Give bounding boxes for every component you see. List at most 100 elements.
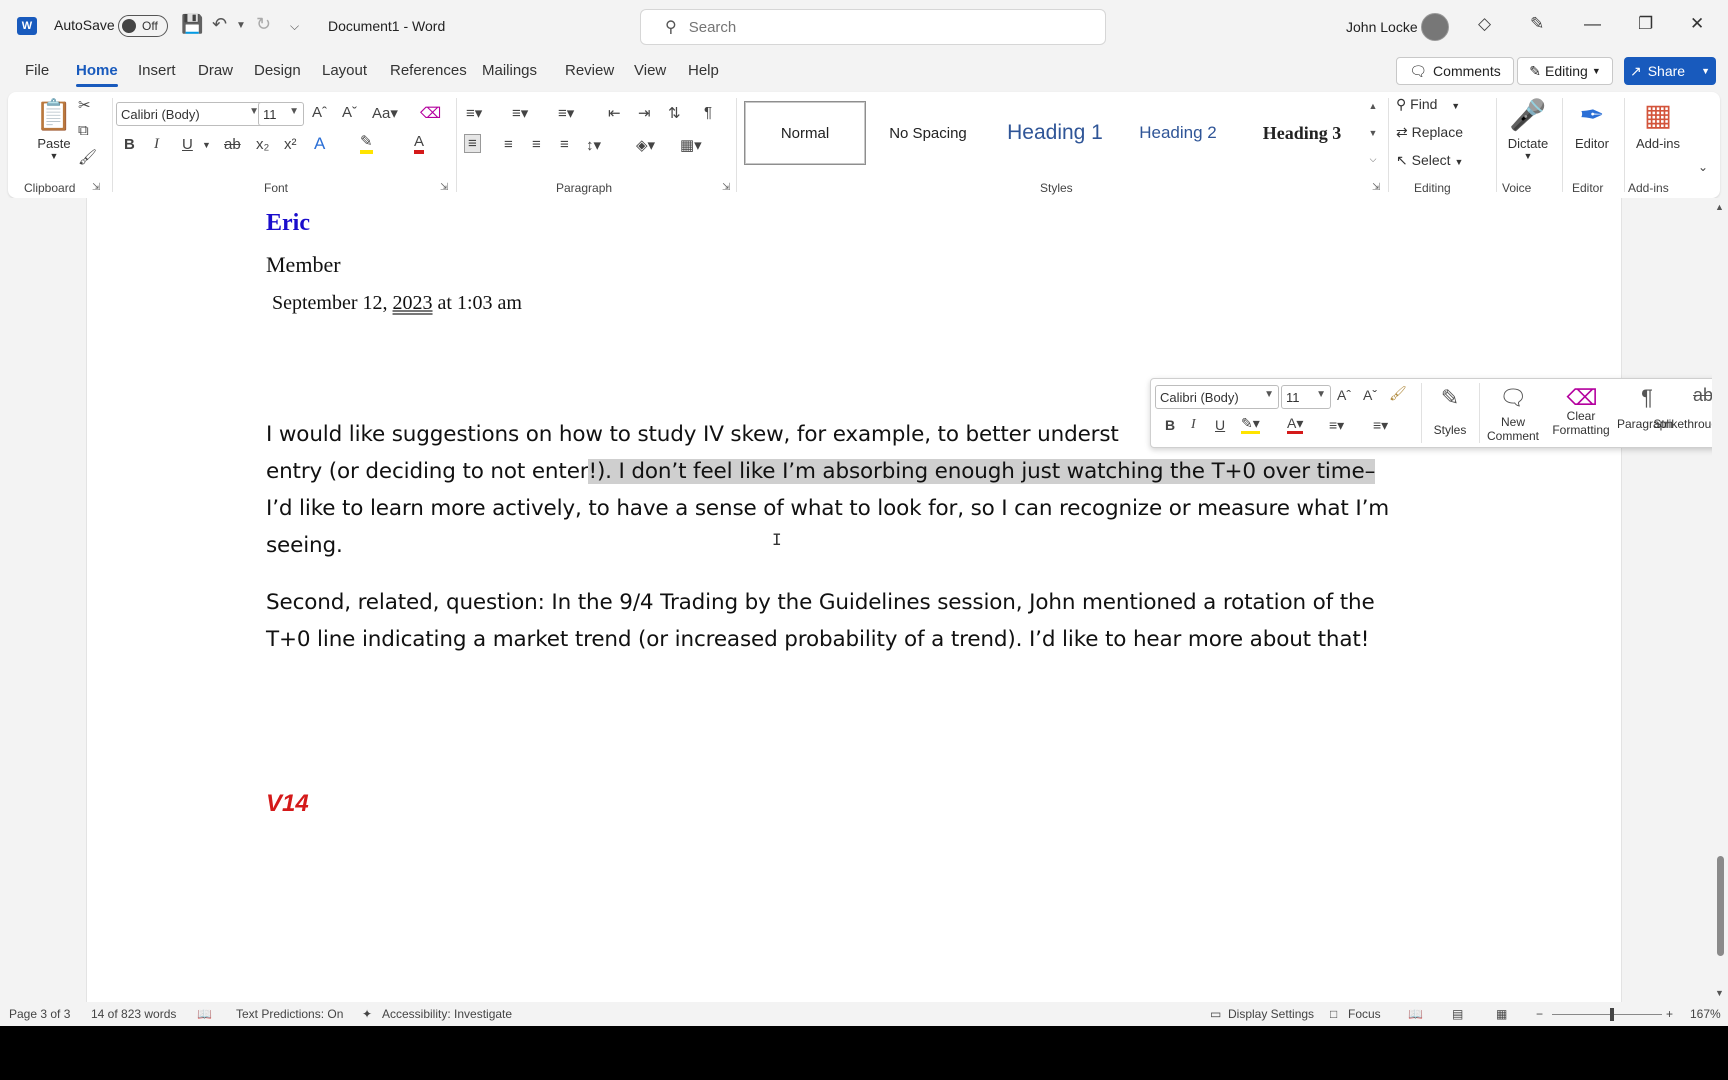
copy-icon[interactable]: ⧉ — [78, 122, 89, 139]
align-left-icon[interactable]: ≡ — [464, 134, 481, 153]
restore-icon[interactable]: ❐ — [1638, 14, 1653, 34]
tab-draw[interactable]: Draw — [198, 62, 233, 79]
text-effects-icon[interactable]: A — [314, 134, 325, 154]
vertical-scrollbar[interactable]: ▲ ▼ — [1712, 198, 1728, 1002]
tab-mailings[interactable]: Mailings — [482, 62, 537, 79]
style-heading-1[interactable]: Heading 1 — [990, 101, 1120, 165]
font-launcher-icon[interactable]: ⇲ — [440, 182, 448, 193]
line-spacing-icon[interactable]: ↕▾ — [586, 136, 601, 154]
editing-mode-button[interactable]: ✎ Editing ▼ — [1517, 57, 1613, 85]
page-count[interactable]: Page 3 of 3 — [9, 1007, 70, 1021]
align-right-icon[interactable]: ≡ — [532, 136, 541, 153]
tab-home[interactable]: Home — [76, 62, 118, 79]
zoom-slider-thumb[interactable] — [1610, 1008, 1614, 1021]
dictate-button[interactable]: 🎤 Dictate ▼ — [1496, 98, 1560, 161]
style-heading-3[interactable]: Heading 3 — [1236, 101, 1368, 165]
diamond-icon[interactable]: ◇ — [1478, 14, 1491, 34]
paragraph-icon[interactable]: ¶ — [1619, 385, 1675, 411]
font-color-icon[interactable]: A▾ — [1287, 415, 1304, 434]
shrink-font-icon[interactable]: Aˇ — [1363, 387, 1377, 403]
underline-icon[interactable]: U — [182, 136, 193, 153]
search-box[interactable]: ⚲ — [640, 9, 1106, 45]
replace-button[interactable]: ⇄ Replace — [1396, 124, 1463, 141]
chevron-up-icon[interactable]: ▲ — [1369, 101, 1378, 111]
format-painter-icon[interactable]: 🖌 — [1389, 385, 1407, 402]
styles-gallery-scroll[interactable]: ▲ ▼ ⌵ — [1366, 101, 1380, 165]
zoom-slider-track[interactable] — [1552, 1014, 1662, 1015]
underline-icon[interactable]: U — [1215, 417, 1225, 433]
redo-icon[interactable]: ↻ — [256, 14, 271, 35]
paste-button[interactable]: 📋 Paste ▼ — [24, 98, 84, 161]
bold-icon[interactable]: B — [124, 136, 135, 153]
mini-font-combo[interactable]: Calibri (Body) ▼ — [1155, 385, 1279, 409]
zoom-out-icon[interactable]: − — [1536, 1007, 1543, 1021]
change-case-icon[interactable]: Aa▾ — [372, 104, 398, 122]
sort-icon[interactable]: ⇅ — [668, 104, 681, 122]
style-heading-2[interactable]: Heading 2 — [1122, 101, 1234, 165]
tab-file[interactable]: File — [25, 62, 49, 79]
clear-formatting-label[interactable]: Clear Formatting — [1547, 409, 1615, 437]
mini-styles-label[interactable]: Styles — [1425, 423, 1475, 437]
search-input[interactable] — [688, 18, 1069, 36]
focus-button[interactable]: Focus — [1348, 1007, 1381, 1021]
close-icon[interactable]: ✕ — [1690, 14, 1704, 34]
justify-icon[interactable]: ≡ — [560, 136, 569, 153]
numbering-icon[interactable]: ≡▾ — [1373, 417, 1388, 434]
read-mode-icon[interactable]: 📖 — [1408, 1007, 1423, 1021]
bold-icon[interactable]: B — [1165, 417, 1175, 433]
shrink-font-icon[interactable]: Aˇ — [342, 104, 357, 121]
grow-font-icon[interactable]: Aˆ — [1337, 387, 1351, 403]
font-size-combo[interactable]: 11 ▼ — [258, 102, 304, 126]
font-name-combo[interactable]: Calibri (Body) ▼ — [116, 102, 264, 126]
scroll-thumb[interactable] — [1717, 856, 1724, 956]
pen-icon[interactable]: ✎ — [1530, 14, 1544, 34]
undo-dropdown-icon[interactable]: ▼ — [236, 20, 246, 31]
multilevel-list-icon[interactable]: ≡▾ — [558, 104, 574, 122]
customize-qat-icon[interactable]: ⌵ — [290, 19, 299, 34]
autosave-toggle[interactable]: Off — [118, 15, 168, 37]
highlight-icon[interactable]: ✎▾ — [1241, 415, 1260, 434]
proofing-icon[interactable]: 📖 — [197, 1007, 212, 1021]
font-color-icon[interactable]: A — [414, 134, 425, 154]
editor-button[interactable]: ✒ Editor — [1564, 98, 1620, 151]
clipboard-launcher-icon[interactable]: ⇲ — [92, 182, 100, 193]
new-comment-label[interactable]: New Comment — [1483, 415, 1543, 443]
display-settings-button[interactable]: Display Settings — [1228, 1007, 1314, 1021]
undo-icon[interactable]: ↶ — [212, 14, 227, 35]
find-button[interactable]: ⚲ Find ▼ — [1396, 96, 1460, 113]
tab-insert[interactable]: Insert — [138, 62, 176, 79]
italic-icon[interactable]: I — [154, 136, 159, 153]
highlight-icon[interactable]: ✎ — [360, 134, 373, 154]
accessibility-status[interactable]: Accessibility: Investigate — [382, 1007, 512, 1021]
select-button[interactable]: ↖ Select ▼ — [1396, 152, 1463, 169]
scroll-up-icon[interactable]: ▲ — [1715, 202, 1724, 212]
tab-help[interactable]: Help — [688, 62, 719, 79]
text-predictions-status[interactable]: Text Predictions: On — [236, 1007, 343, 1021]
paragraph-launcher-icon[interactable]: ⇲ — [722, 182, 730, 193]
share-button[interactable]: ↗ Share ▼ — [1624, 57, 1716, 85]
print-layout-icon[interactable]: ▤ — [1452, 1007, 1463, 1021]
cut-icon[interactable]: ✂ — [78, 96, 91, 114]
user-name[interactable]: John Locke — [1346, 19, 1418, 35]
scroll-down-icon[interactable]: ▼ — [1715, 988, 1724, 998]
word-count[interactable]: 14 of 823 words — [91, 1007, 176, 1021]
zoom-in-icon[interactable]: + — [1666, 1007, 1673, 1021]
tab-references[interactable]: References — [390, 62, 467, 79]
subscript-icon[interactable]: x₂ — [256, 136, 269, 153]
styles-launcher-icon[interactable]: ⇲ — [1372, 182, 1380, 193]
style-no-spacing[interactable]: No Spacing — [868, 101, 988, 165]
avatar[interactable] — [1421, 13, 1449, 41]
styles-icon[interactable]: ✎ — [1425, 385, 1475, 411]
bullets-icon[interactable]: ≡▾ — [1329, 417, 1344, 434]
align-center-icon[interactable]: ≡ — [504, 136, 513, 153]
clear-formatting-icon[interactable]: ⌫ — [420, 104, 441, 122]
tab-layout[interactable]: Layout — [322, 62, 367, 79]
new-comment-icon[interactable]: 🗨 — [1483, 385, 1543, 411]
tab-design[interactable]: Design — [254, 62, 301, 79]
tab-review[interactable]: Review — [565, 62, 614, 79]
numbering-icon[interactable]: ≡▾ — [512, 104, 528, 122]
pilcrow-icon[interactable]: ¶ — [704, 104, 712, 121]
format-painter-icon[interactable]: 🖌 — [78, 148, 97, 166]
italic-icon[interactable]: I — [1191, 417, 1196, 433]
superscript-icon[interactable]: x² — [284, 136, 297, 153]
